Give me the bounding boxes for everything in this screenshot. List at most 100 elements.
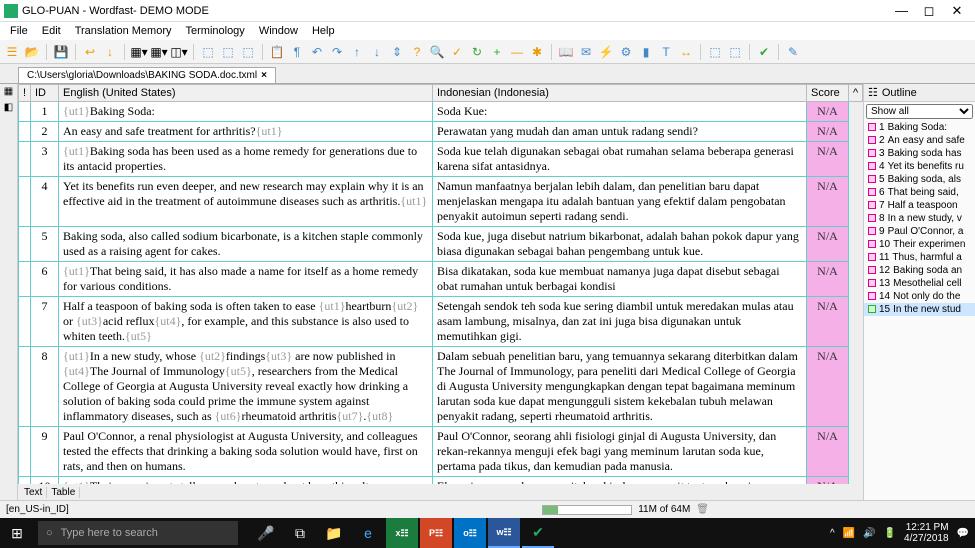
gutter-icon[interactable]: ▦ <box>2 86 16 100</box>
outline-item[interactable]: 9Paul O'Connor, a <box>864 225 975 238</box>
notifications-icon[interactable]: 💬 <box>957 528 969 539</box>
col-score[interactable]: Score <box>807 85 849 102</box>
outline-item[interactable]: 13Mesothelial cell <box>864 277 975 290</box>
cell-target[interactable]: Soda Kue: <box>433 102 807 122</box>
outline-item[interactable]: 11Thus, harmful a <box>864 251 975 264</box>
undo-icon[interactable]: ↶ <box>309 44 325 60</box>
battery-icon[interactable]: 🔋 <box>884 528 896 539</box>
menu-terminology[interactable]: Terminology <box>180 24 251 38</box>
book-icon[interactable]: 📖 <box>558 44 574 60</box>
view-tab-text[interactable]: Text <box>20 487 47 498</box>
explorer-icon[interactable]: 📁 <box>318 518 350 548</box>
cell-source[interactable]: Yet its benefits run even deeper, and ne… <box>59 177 433 227</box>
cell-source[interactable]: {ut1}In a new study, whose {ut2}findings… <box>59 347 433 427</box>
arrow-left-icon[interactable]: ↩ <box>82 44 98 60</box>
outline-item[interactable]: 4Yet its benefits ru <box>864 160 975 173</box>
table-row[interactable]: 5Baking soda, also called sodium bicarbo… <box>19 227 863 262</box>
spell-icon[interactable]: ✓ <box>449 44 465 60</box>
table-row[interactable]: 3{ut1}Baking soda has been used as a hom… <box>19 142 863 177</box>
col-id[interactable]: ID <box>31 85 59 102</box>
volume-icon[interactable]: 🔊 <box>863 528 875 539</box>
minimize-button[interactable]: — <box>895 3 907 19</box>
outline-item[interactable]: 7Half a teaspoon <box>864 199 975 212</box>
cell-target[interactable]: Namun manfaatnya berjalan lebih dalam, d… <box>433 177 807 227</box>
powerpoint-icon[interactable]: P☷ <box>420 518 452 548</box>
text-icon[interactable]: T <box>658 44 674 60</box>
save-icon[interactable]: 💾 <box>53 44 69 60</box>
col-mark[interactable]: ! <box>19 85 31 102</box>
outline-item[interactable]: 15In the new stud <box>864 303 975 316</box>
check-icon[interactable]: ✔ <box>756 44 772 60</box>
cell-source[interactable]: {ut1}Baking soda has been used as a home… <box>59 142 433 177</box>
tray-up-icon[interactable]: ^ <box>830 528 835 539</box>
view-tab-table[interactable]: Table <box>47 487 80 498</box>
cell-target[interactable]: Setengah sendok teh soda kue sering diam… <box>433 297 807 347</box>
cell-target[interactable]: Soda kue telah digunakan sebagai obat ru… <box>433 142 807 177</box>
grid2-icon[interactable]: ▦▾ <box>151 44 167 60</box>
minus-icon[interactable]: — <box>509 44 525 60</box>
open-icon[interactable]: 📂 <box>24 44 40 60</box>
outlook-icon[interactable]: o☷ <box>454 518 486 548</box>
close-button[interactable]: ✕ <box>951 3 963 19</box>
question-icon[interactable]: ? <box>409 44 425 60</box>
updown-icon[interactable]: ⇕ <box>389 44 405 60</box>
mic-icon[interactable]: 🎤 <box>250 518 282 548</box>
outline-item[interactable]: 14Not only do the <box>864 290 975 303</box>
cell-target[interactable]: Bisa dikatakan, soda kue membuat namanya… <box>433 262 807 297</box>
outline-item[interactable]: 2An easy and safe <box>864 134 975 147</box>
arrow-down-icon[interactable]: ↓ <box>102 44 118 60</box>
outline-item[interactable]: 8In a new study, v <box>864 212 975 225</box>
grid3-icon[interactable]: ◫▾ <box>171 44 187 60</box>
clip-icon[interactable]: ✉ <box>578 44 594 60</box>
cell-source[interactable]: Baking soda, also called sodium bicarbon… <box>59 227 433 262</box>
outline-item[interactable]: 10Their experimen <box>864 238 975 251</box>
para-icon[interactable]: ¶ <box>289 44 305 60</box>
layout1-icon[interactable]: ⬚ <box>707 44 723 60</box>
col-source[interactable]: English (United States) <box>59 85 433 102</box>
cell-target[interactable]: Eksperimen mereka menceritakan kisah yan… <box>433 477 807 485</box>
outline-item[interactable]: 1Baking Soda: <box>864 121 975 134</box>
col-scroll[interactable]: ^ <box>849 85 863 102</box>
taskview-icon[interactable]: ⧉ <box>284 518 316 548</box>
cell-source[interactable]: Half a teaspoon of baking soda is often … <box>59 297 433 347</box>
menu-window[interactable]: Window <box>253 24 304 38</box>
copy-icon[interactable]: 📋 <box>269 44 285 60</box>
tm2-icon[interactable]: ⬚ <box>220 44 236 60</box>
refresh-icon[interactable]: ↻ <box>469 44 485 60</box>
cell-source[interactable]: An easy and safe treatment for arthritis… <box>59 122 433 142</box>
cell-source[interactable]: {ut1}That being said, it has also made a… <box>59 262 433 297</box>
table-row[interactable]: 9Paul O'Connor, a renal physiologist at … <box>19 427 863 477</box>
ruler-icon[interactable]: ↔ <box>678 44 694 60</box>
start-button[interactable]: ⊞ <box>0 518 34 548</box>
tm-icon[interactable]: ⬚ <box>200 44 216 60</box>
table-row[interactable]: 8{ut1}In a new study, whose {ut2}finding… <box>19 347 863 427</box>
file-tab[interactable]: C:\Users\gloria\Downloads\BAKING SODA.do… <box>18 67 276 83</box>
tab-close-icon[interactable]: × <box>261 70 267 81</box>
table-row[interactable]: 6{ut1}That being said, it has also made … <box>19 262 863 297</box>
edit-icon[interactable]: ✎ <box>785 44 801 60</box>
cell-source[interactable]: {ut1}Their experiments tell a complex st… <box>59 477 433 485</box>
cell-target[interactable]: Soda kue, juga disebut natrium bikarbona… <box>433 227 807 262</box>
menu-translation-memory[interactable]: Translation Memory <box>69 24 178 38</box>
gutter-icon2[interactable]: ◧ <box>2 102 16 116</box>
layout2-icon[interactable]: ⬚ <box>727 44 743 60</box>
up-icon[interactable]: ↑ <box>349 44 365 60</box>
bar-icon[interactable]: ▮ <box>638 44 654 60</box>
grid-icon[interactable]: ▦▾ <box>131 44 147 60</box>
outline-item[interactable]: 3Baking soda has <box>864 147 975 160</box>
redo-icon[interactable]: ↷ <box>329 44 345 60</box>
cell-target[interactable]: Dalam sebuah penelitian baru, yang temua… <box>433 347 807 427</box>
trash-icon[interactable]: 🗑 <box>696 504 709 515</box>
star-icon[interactable]: ✱ <box>529 44 545 60</box>
outline-filter[interactable]: Show all <box>866 104 973 119</box>
find-icon[interactable]: 🔍 <box>429 44 445 60</box>
table-row[interactable]: 7Half a teaspoon of baking soda is often… <box>19 297 863 347</box>
table-row[interactable]: 2An easy and safe treatment for arthriti… <box>19 122 863 142</box>
menu-edit[interactable]: Edit <box>36 24 67 38</box>
outline-item[interactable]: 12Baking soda an <box>864 264 975 277</box>
cell-source[interactable]: {ut1}Baking Soda: <box>59 102 433 122</box>
bolt-icon[interactable]: ⚡ <box>598 44 614 60</box>
table-row[interactable]: 1{ut1}Baking Soda:Soda Kue:N/A <box>19 102 863 122</box>
menu-file[interactable]: File <box>4 24 34 38</box>
down-icon[interactable]: ↓ <box>369 44 385 60</box>
